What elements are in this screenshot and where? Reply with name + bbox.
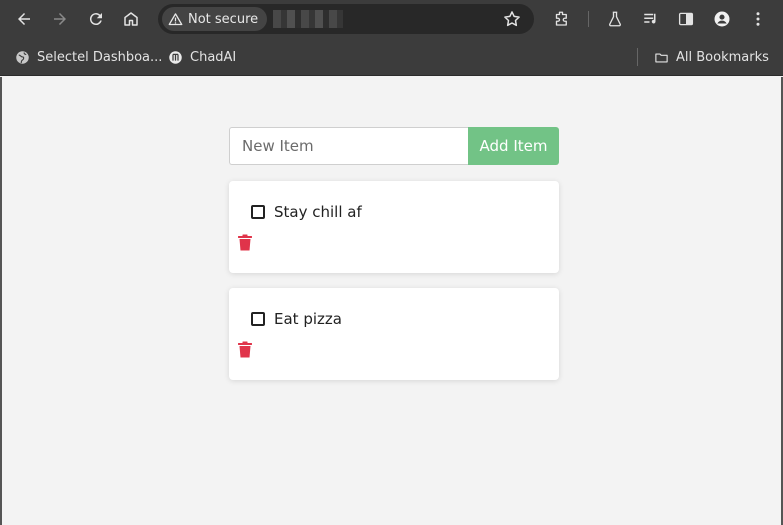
extensions-icon[interactable] [549,7,573,31]
bookmark-chadai[interactable]: ChadAI [168,47,236,67]
url-text-redacted [273,10,344,28]
todo-item-row: Stay chill af [251,203,362,221]
add-item-form: Add Item [229,127,559,165]
menu-kebab-icon[interactable] [746,7,770,31]
folder-icon [655,53,668,62]
all-bookmarks-label: All Bookmarks [676,49,769,65]
bookmark-star-icon[interactable] [502,9,522,29]
todo-item-text: Stay chill af [274,203,362,221]
new-item-input[interactable] [229,127,468,165]
globe-icon [16,50,29,64]
security-chip[interactable]: Not secure [162,7,268,31]
all-bookmarks-button[interactable]: All Bookmarks [654,47,769,67]
toolbar-separator [588,11,589,27]
chadai-icon [169,50,182,64]
page-viewport: Add Item Stay chill af Eat pizza [0,77,783,525]
warning-icon [168,12,183,25]
trash-icon[interactable] [237,341,253,358]
labs-flask-icon[interactable] [603,7,627,31]
forward-icon[interactable] [48,7,72,31]
todo-checkbox[interactable] [251,312,265,326]
todo-checkbox[interactable] [251,205,265,219]
bookmarks-separator [637,48,638,66]
side-panel-icon[interactable] [674,7,698,31]
bookmark-selectel[interactable]: Selectel Dashboa... [15,47,162,67]
address-bar[interactable]: Not secure [158,4,534,34]
bookmarks-bar: Selectel Dashboa... ChadAI All Bookmarks [0,38,783,76]
todo-item-row: Eat pizza [251,310,342,328]
todo-item-text: Eat pizza [274,310,342,328]
back-icon[interactable] [12,7,36,31]
todo-item-card: Eat pizza [229,288,559,380]
bookmark-label: Selectel Dashboa... [37,49,163,65]
media-queue-icon[interactable] [639,7,663,31]
profile-avatar-icon[interactable] [710,7,734,31]
security-label: Not secure [188,11,259,27]
browser-toolbar: Not secure [0,0,783,38]
trash-icon[interactable] [237,234,253,251]
add-item-button[interactable]: Add Item [468,127,559,165]
reload-icon[interactable] [84,7,108,31]
home-icon[interactable] [119,7,143,31]
bookmark-label: ChadAI [190,49,237,65]
todo-item-card: Stay chill af [229,181,559,273]
